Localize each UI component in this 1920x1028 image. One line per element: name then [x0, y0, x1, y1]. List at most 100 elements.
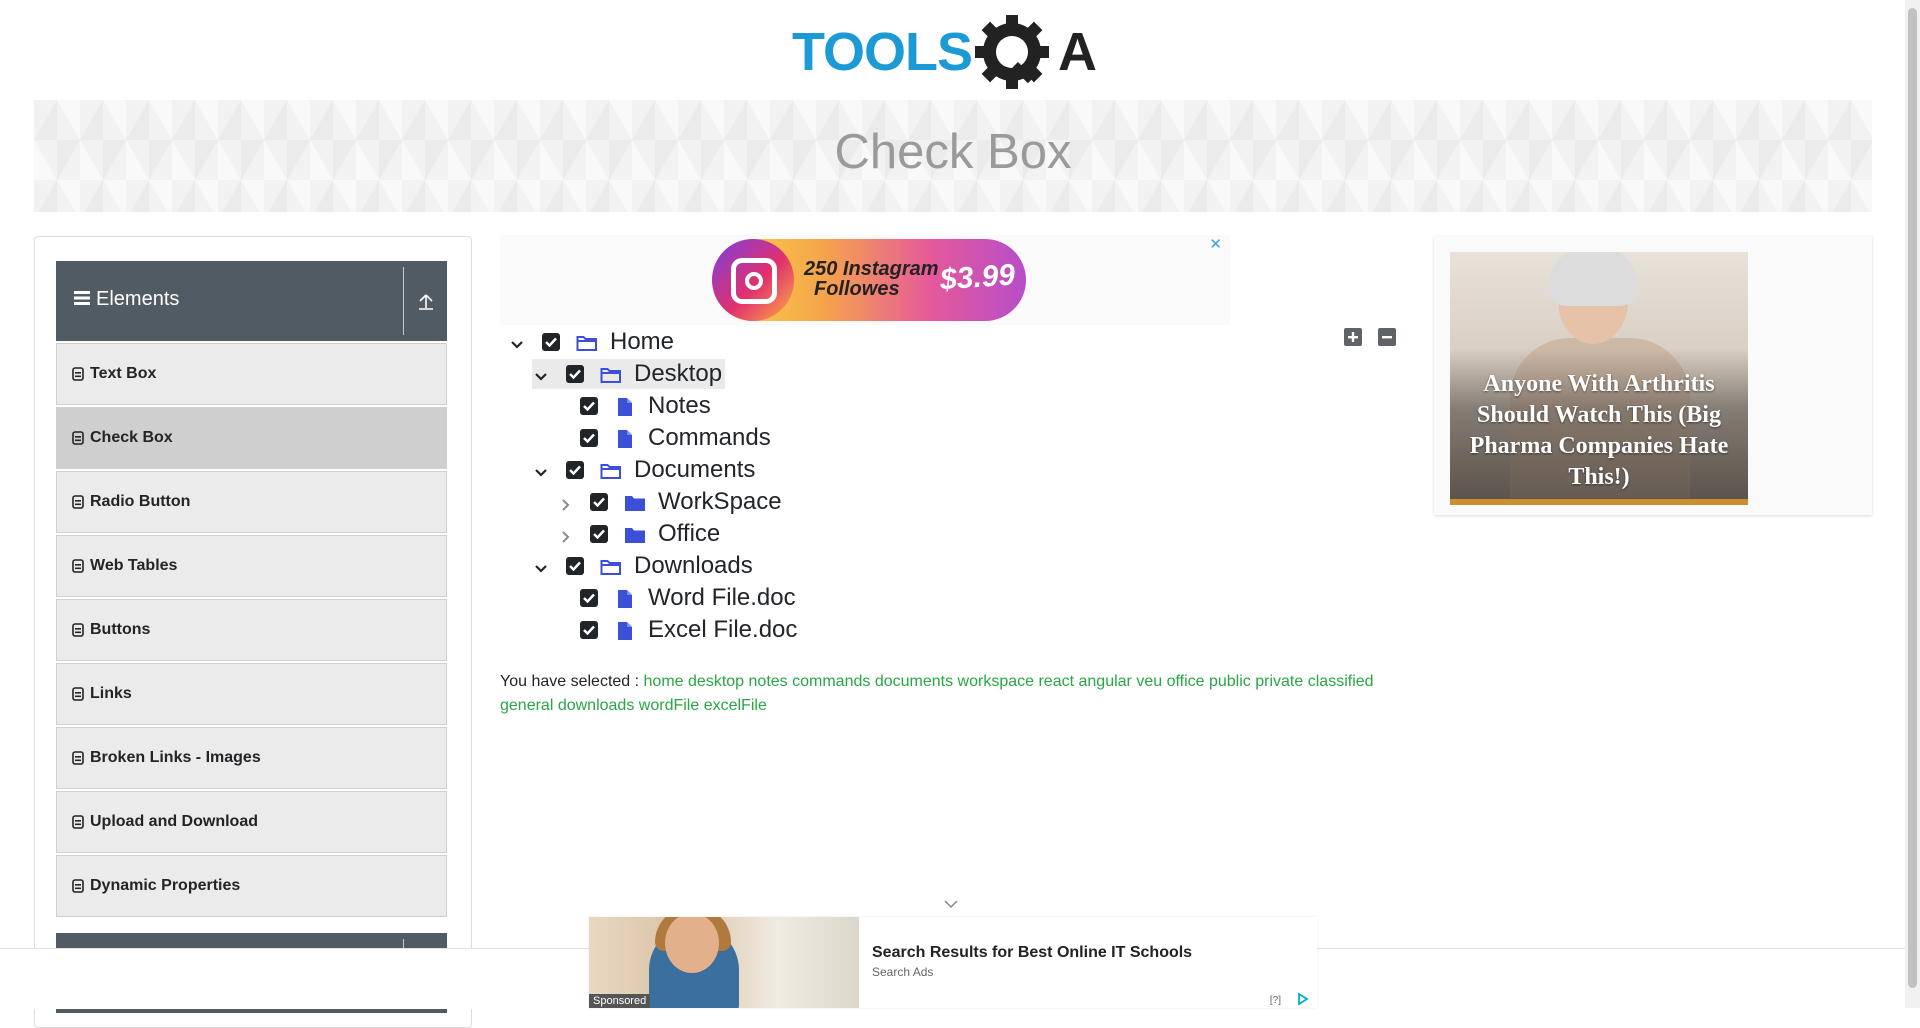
checkbox-checked[interactable] [542, 333, 560, 351]
result-prefix: You have selected : [500, 673, 640, 690]
file-icon [614, 588, 636, 608]
ad-line-1: 250 Instagram [804, 258, 939, 280]
sidebar-item-broken-links[interactable]: Broken Links - Images [56, 727, 447, 789]
ad-photo[interactable]: Sponsored [589, 917, 859, 1008]
sidebar-item-web-tables[interactable]: Web Tables [56, 535, 447, 597]
checkbox-checked[interactable] [566, 365, 584, 383]
sidebar-item-upload-download[interactable]: Upload and Download [56, 791, 447, 853]
checkbox-checked[interactable] [566, 557, 584, 575]
chevron-right-icon[interactable] [556, 493, 574, 511]
ad-title[interactable]: Search Results for Best Online IT School… [872, 944, 1192, 962]
chevron-down-icon[interactable] [943, 898, 959, 910]
tree-node-label[interactable]: Home [610, 328, 674, 356]
sidebar-item-label: Buttons [90, 621, 151, 638]
sidebar-item-label: Links [90, 685, 132, 702]
form-icon [72, 623, 84, 637]
ad-figure-hair [1548, 252, 1638, 306]
page-banner: Check Box [34, 100, 1872, 212]
sidebar-item-text-box[interactable]: Text Box [56, 343, 447, 405]
folder-open-icon [600, 556, 622, 576]
adchoices-help[interactable]: [?] [1270, 995, 1281, 1006]
group-header-title: Elements [96, 288, 180, 310]
ad-banner-top[interactable]: 250 Instagram Followes $3.99 ✕ [500, 235, 1230, 325]
tree-node-label[interactable]: Commands [648, 424, 771, 452]
tree-node-label[interactable]: Documents [634, 456, 755, 484]
sidebar-item-label: Web Tables [90, 557, 178, 574]
hamburger-icon [74, 288, 90, 311]
instagram-icon [712, 239, 794, 321]
group-header-divider [403, 267, 404, 335]
selected-item: commands [792, 673, 871, 690]
tree-node-label[interactable]: Notes [648, 392, 711, 420]
form-icon [72, 687, 84, 701]
instagram-ad[interactable]: 250 Instagram Followes $3.99 [712, 239, 1026, 321]
adchoices-icon[interactable] [1293, 992, 1313, 1006]
checkbox-checked[interactable] [580, 621, 598, 639]
ad-image[interactable]: Anyone With Arthritis Should Watch This … [1450, 252, 1748, 505]
form-icon [72, 495, 84, 509]
minus-square-icon[interactable] [1378, 328, 1396, 346]
upload-arrow-icon[interactable] [414, 291, 438, 311]
page-title: Check Box [834, 125, 1072, 179]
tree-node-label[interactable]: Word File.doc [648, 584, 796, 612]
sidebar: Elements Text Box Check Box Radio Button… [34, 236, 472, 1028]
selected-item: veu [1136, 673, 1163, 690]
file-icon [614, 620, 636, 640]
selected-item: react [1038, 673, 1075, 690]
checkbox-checked[interactable] [590, 525, 608, 543]
tree-node-label[interactable]: Desktop [634, 360, 722, 388]
checkbox-checked[interactable] [580, 589, 598, 607]
selected-item: angular [1078, 673, 1132, 690]
scrollbar-thumb[interactable] [1908, 8, 1917, 988]
ad-close-icon[interactable]: ✕ [1209, 235, 1222, 253]
selected-item: private [1255, 673, 1304, 690]
tree-node-label[interactable]: Excel File.doc [648, 616, 797, 644]
sponsored-label: Sponsored [589, 994, 651, 1008]
selection-result: You have selected : home desktop notes c… [500, 670, 1400, 718]
sidebar-item-check-box[interactable]: Check Box [56, 407, 447, 469]
file-icon [614, 396, 636, 416]
sidebar-item-buttons[interactable]: Buttons [56, 599, 447, 661]
selected-item: documents [874, 673, 954, 690]
gear-q-icon [975, 15, 1049, 89]
page-scrollbar[interactable] [1905, 0, 1920, 1008]
group-header-elements[interactable]: Elements [56, 261, 447, 341]
tree-node-label[interactable]: WorkSpace [658, 488, 782, 516]
selected-item: public [1208, 673, 1251, 690]
selected-item: workspace [957, 673, 1035, 690]
checkbox-checked[interactable] [580, 429, 598, 447]
ad-line-2: Followes [814, 278, 900, 300]
tree-node-home: Home [508, 327, 674, 357]
ad-caption: Anyone With Arthritis Should Watch This … [1469, 371, 1729, 490]
sidebar-item-label: Radio Button [90, 493, 191, 510]
tree-node-office: Office [556, 519, 720, 549]
tree-node-label[interactable]: Downloads [634, 552, 753, 580]
plus-square-icon[interactable] [1344, 328, 1362, 346]
logo-text: TOOLS [792, 22, 972, 82]
chevron-down-icon[interactable] [532, 365, 550, 383]
ad-text-block: 250 Instagram Followes [804, 259, 939, 299]
tree-node-excel-file: Excel File.doc [580, 615, 797, 645]
selected-item: office [1166, 673, 1205, 690]
tree-node-workspace: WorkSpace [556, 487, 782, 517]
tree-node-label[interactable]: Office [658, 520, 720, 548]
folder-open-icon [600, 364, 622, 384]
sidebar-item-radio-button[interactable]: Radio Button [56, 471, 447, 533]
toolsqa-logo[interactable]: TOOLS A [790, 14, 1120, 90]
sidebar-item-label: Text Box [90, 365, 157, 382]
chevron-down-icon[interactable] [532, 461, 550, 479]
sidebar-item-dynamic-properties[interactable]: Dynamic Properties [56, 855, 447, 917]
checkbox-checked[interactable] [566, 461, 584, 479]
sidebar-item-label: Upload and Download [90, 813, 258, 830]
selected-item: classified [1307, 673, 1374, 690]
checkbox-checked[interactable] [590, 493, 608, 511]
chevron-down-icon[interactable] [532, 557, 550, 575]
ad-source: Search Ads [872, 965, 934, 979]
ad-it-schools[interactable]: Sponsored Search Results for Best Online… [589, 917, 1317, 1008]
checkbox-checked[interactable] [580, 397, 598, 415]
chevron-down-icon[interactable] [508, 333, 526, 351]
ad-arthritis[interactable]: Anyone With Arthritis Should Watch This … [1434, 236, 1872, 515]
selected-item: home [643, 673, 684, 690]
sidebar-item-links[interactable]: Links [56, 663, 447, 725]
chevron-right-icon[interactable] [556, 525, 574, 543]
